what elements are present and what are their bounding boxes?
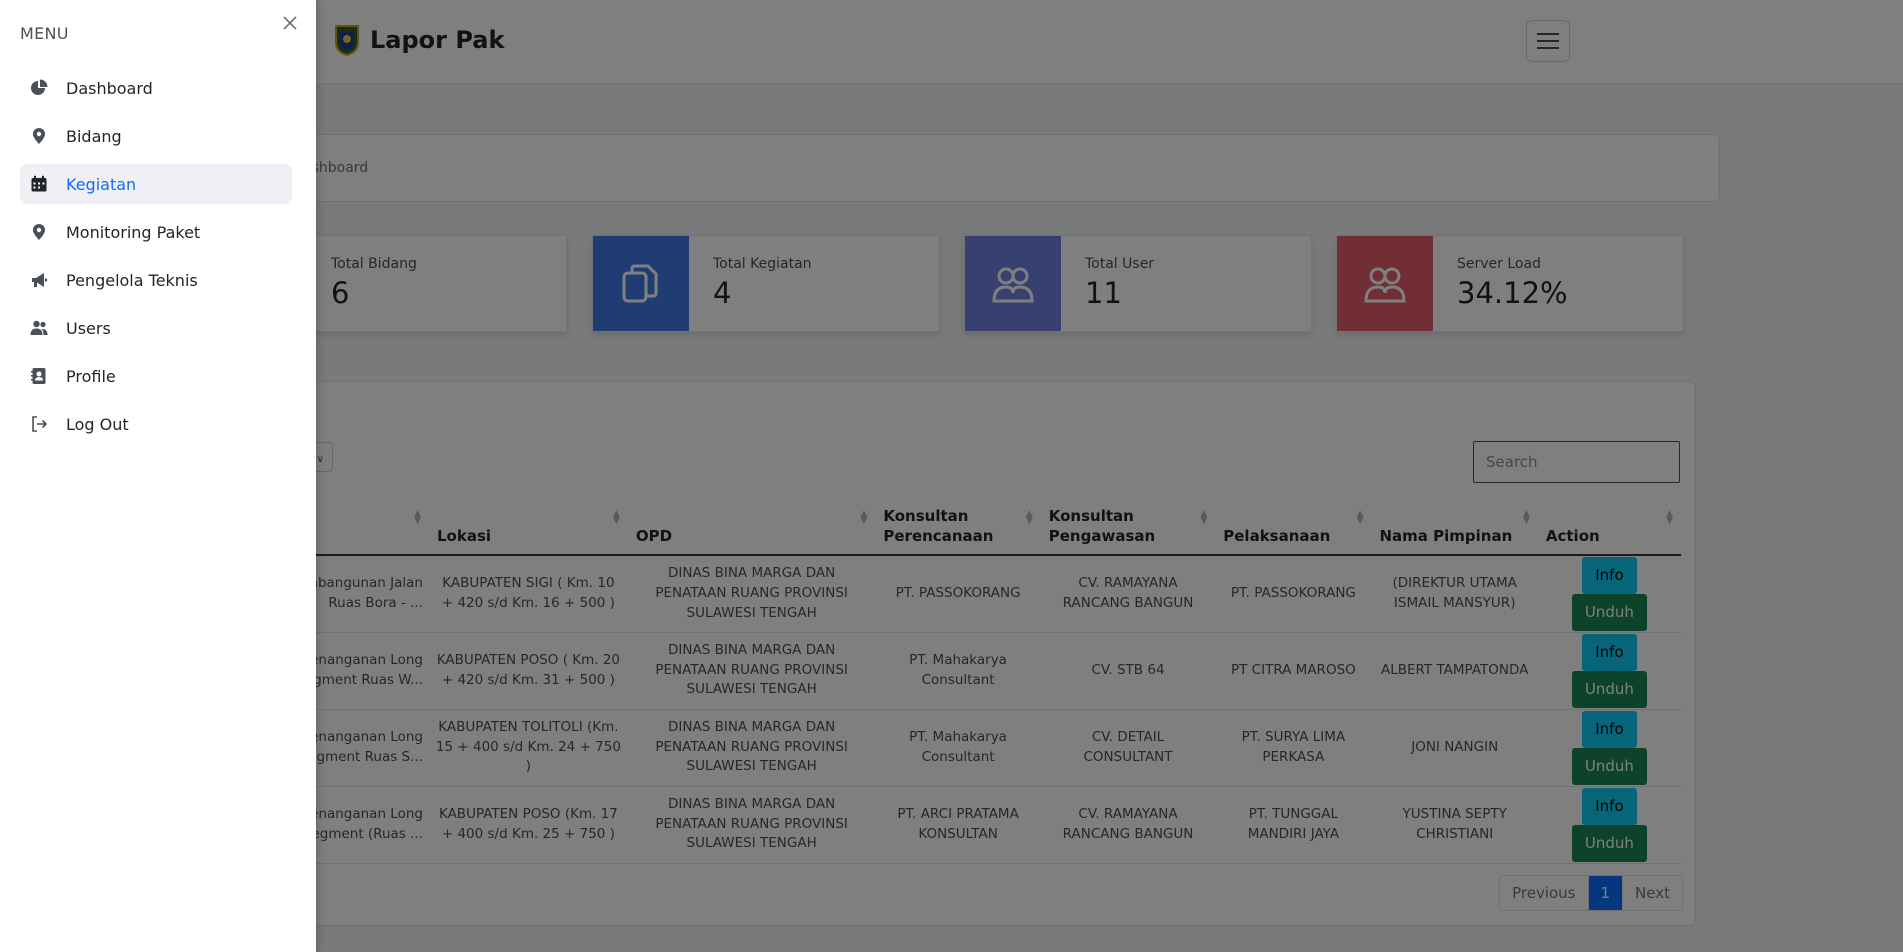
close-menu-button[interactable] xyxy=(280,13,300,33)
megaphone-icon xyxy=(28,269,50,291)
map-pin-icon xyxy=(28,221,50,243)
sidebar-item-label: Log Out xyxy=(66,414,129,434)
contact-book-icon xyxy=(28,365,50,387)
pie-chart-icon xyxy=(28,77,50,99)
logout-icon xyxy=(28,413,50,435)
sidebar-menu: MENU Dashboard Bidang Kegiatan Monitorin… xyxy=(0,0,316,952)
sidebar-item-monitoring-paket[interactable]: Monitoring Paket xyxy=(20,212,292,252)
sidebar-item-label: Bidang xyxy=(66,126,122,146)
map-pin-icon xyxy=(28,125,50,147)
sidebar-item-log-out[interactable]: Log Out xyxy=(20,404,292,444)
sidebar-item-dashboard[interactable]: Dashboard xyxy=(20,68,292,108)
sidebar-item-label: Dashboard xyxy=(66,78,153,98)
sidebar-item-kegiatan[interactable]: Kegiatan xyxy=(20,164,292,204)
sidebar-item-users[interactable]: Users xyxy=(20,308,292,348)
close-icon xyxy=(283,16,297,30)
sidebar-item-label: Kegiatan xyxy=(66,174,137,194)
sidebar-item-profile[interactable]: Profile xyxy=(20,356,292,396)
sidebar-item-label: Users xyxy=(66,318,111,338)
sidebar-item-label: Monitoring Paket xyxy=(66,222,201,242)
menu-list: Dashboard Bidang Kegiatan Monitoring Pak… xyxy=(20,68,292,452)
sidebar-item-label: Pengelola Teknis xyxy=(66,270,198,290)
sidebar-item-label: Profile xyxy=(66,366,116,386)
menu-title: MENU xyxy=(20,24,69,43)
calendar-icon xyxy=(28,173,50,195)
users-icon xyxy=(28,317,50,339)
sidebar-item-bidang[interactable]: Bidang xyxy=(20,116,292,156)
sidebar-item-pengelola-teknis[interactable]: Pengelola Teknis xyxy=(20,260,292,300)
